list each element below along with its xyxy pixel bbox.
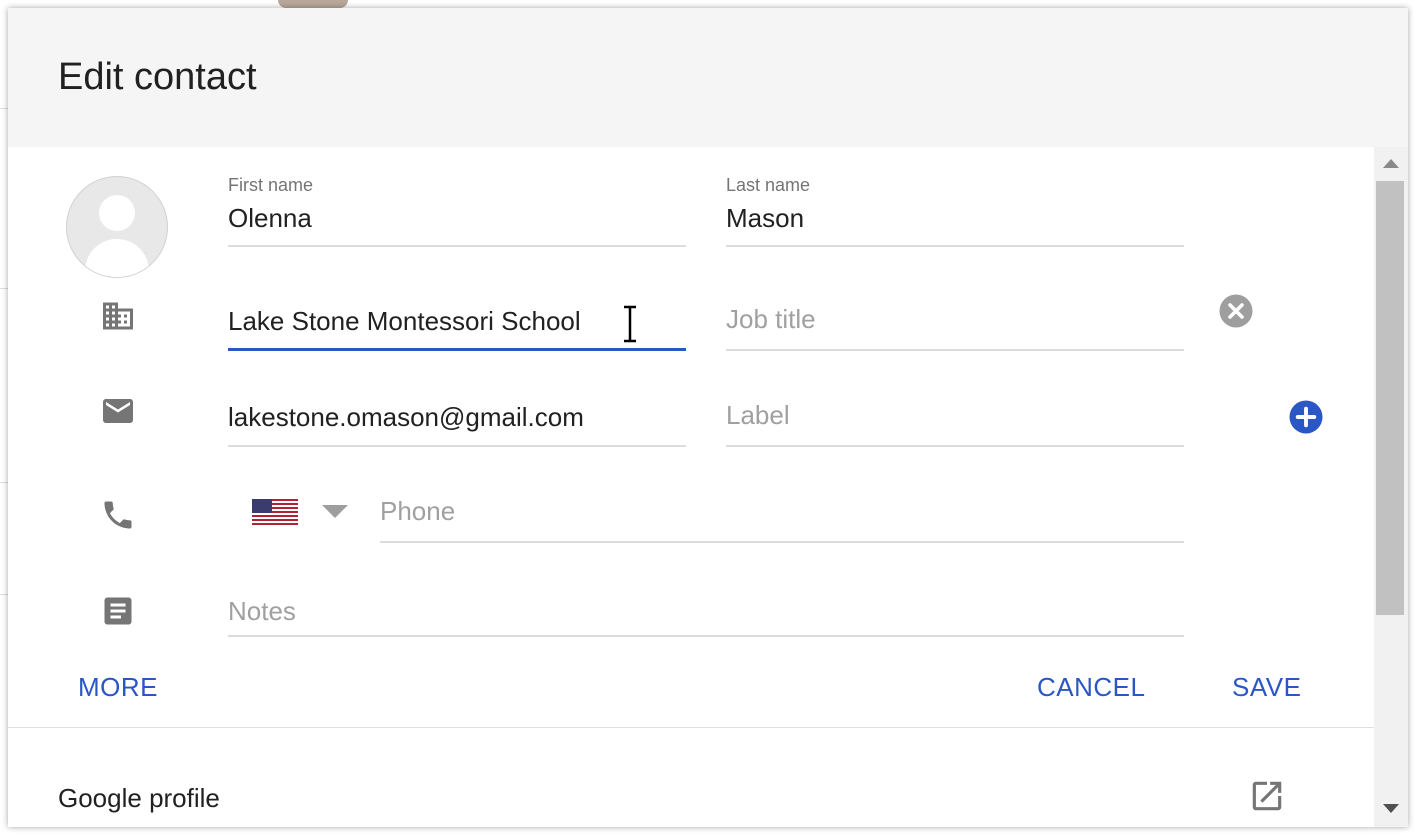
notes-placeholder[interactable]: Notes — [228, 596, 296, 627]
save-button[interactable]: SAVE — [1232, 672, 1301, 703]
job-title-field[interactable]: Job title — [726, 294, 1184, 351]
company-underline-active — [228, 348, 686, 351]
email-label-field[interactable]: Label — [726, 390, 1184, 447]
mail-icon — [103, 399, 133, 423]
background-divider — [0, 482, 8, 483]
first-name-underline — [228, 245, 686, 247]
section-divider — [8, 727, 1374, 728]
job-title-placeholder[interactable]: Job title — [726, 304, 816, 335]
phone-field[interactable]: Phone — [380, 486, 1184, 543]
notes-field[interactable]: Notes — [228, 580, 1184, 637]
background-avatar — [278, 0, 348, 8]
background-divider — [0, 108, 8, 109]
first-name-field[interactable]: First name Olenna — [228, 175, 686, 247]
dialog-header: Edit contact — [8, 8, 1408, 147]
background-divider — [0, 594, 8, 595]
add-circle-icon[interactable] — [1288, 399, 1324, 435]
notes-icon — [104, 597, 132, 625]
email-field[interactable]: lakestone.omason@gmail.com — [228, 390, 686, 447]
scroll-down-arrow[interactable] — [1383, 804, 1399, 813]
last-name-value[interactable]: Mason — [726, 203, 804, 234]
email-label-placeholder[interactable]: Label — [726, 400, 790, 431]
cancel-button[interactable]: CANCEL — [1037, 672, 1145, 703]
last-name-underline — [726, 245, 1184, 247]
more-button[interactable]: MORE — [78, 672, 158, 703]
last-name-field[interactable]: Last name Mason — [726, 175, 1184, 247]
phone-icon — [104, 501, 132, 529]
email-value[interactable]: lakestone.omason@gmail.com — [228, 402, 584, 433]
vertical-scrollbar[interactable] — [1374, 147, 1408, 827]
avatar-torso — [85, 239, 149, 277]
email-label-underline — [726, 445, 1184, 447]
dialog-title: Edit contact — [58, 56, 257, 98]
building-icon — [103, 302, 133, 330]
avatar-head — [99, 195, 135, 231]
chevron-down-icon — [322, 505, 348, 518]
clear-circle-icon[interactable] — [1218, 293, 1254, 329]
dialog-content: First name Olenna Last name Mason Lake S… — [8, 147, 1374, 827]
country-selector[interactable] — [244, 489, 354, 529]
job-title-underline — [726, 349, 1184, 351]
phone-underline — [380, 541, 1184, 543]
email-underline — [228, 445, 686, 447]
phone-placeholder[interactable]: Phone — [380, 496, 455, 527]
first-name-value[interactable]: Olenna — [228, 203, 312, 234]
edit-contact-dialog: Edit contact First name Olenna Last name… — [8, 8, 1408, 827]
company-field[interactable]: Lake Stone Montessori School — [228, 294, 686, 351]
background-divider — [0, 288, 8, 289]
first-name-label: First name — [228, 175, 314, 195]
us-flag-icon — [252, 499, 298, 525]
scroll-up-arrow[interactable] — [1383, 159, 1399, 168]
google-profile-title: Google profile — [58, 783, 220, 813]
contact-avatar[interactable] — [66, 176, 168, 278]
text-cursor-icon — [624, 305, 636, 343]
notes-underline — [228, 635, 1184, 637]
scroll-thumb[interactable] — [1376, 181, 1404, 615]
last-name-label: Last name — [726, 175, 811, 195]
open-in-new-icon[interactable] — [1248, 777, 1286, 815]
company-value[interactable]: Lake Stone Montessori School — [228, 306, 581, 337]
